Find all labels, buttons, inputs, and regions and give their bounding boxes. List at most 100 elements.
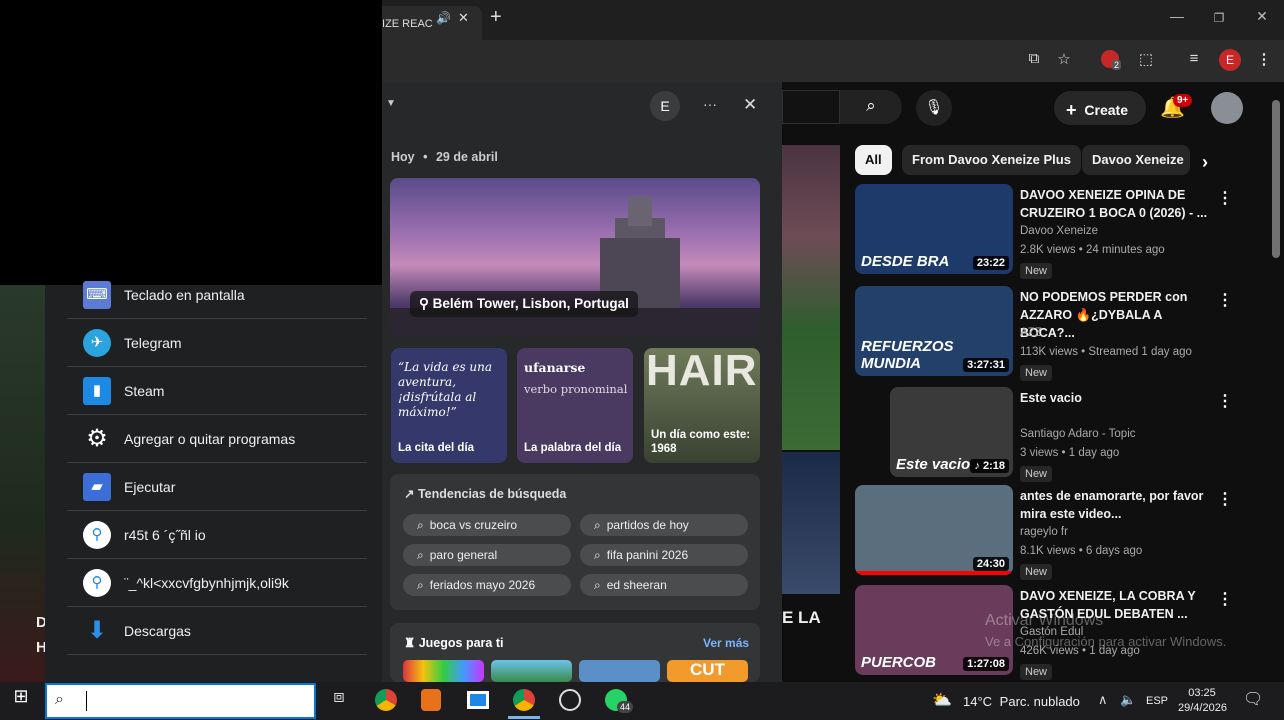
word-title: ufanarse	[524, 360, 586, 375]
video-channel[interactable]: AZZ	[1020, 327, 1042, 339]
video-item[interactable]: DESDE BRA 23:22 DAVOO XENEIZE OPINA DE CRU…	[855, 184, 1275, 279]
video-thumbnail[interactable]: REFUERZOS MUNDIA 3:27:31	[855, 286, 1013, 376]
hero-card[interactable]: ⚲ Belém Tower, Lisbon, Portugal	[390, 178, 760, 336]
search-icon: ⚲	[83, 521, 111, 549]
video-item[interactable]: REFUERZOS MUNDIA 3:27:31 NO PODEMOS PERDER…	[855, 286, 1275, 381]
weather-temp: 14°C	[963, 694, 993, 709]
windows-start-icon[interactable]: ⊞	[6, 686, 36, 716]
search-icon: ⌕	[55, 691, 64, 708]
games-card: ♜ Juegos para ti Ver más CUT	[390, 623, 760, 682]
new-tab-button[interactable]: +	[490, 6, 502, 29]
youtube-search-box[interactable]	[782, 90, 840, 124]
tab-audio-icon[interactable]: 🔊	[436, 11, 451, 25]
tab-close-icon[interactable]: ✕	[458, 10, 469, 26]
video-menu-icon[interactable]: ⋮	[1217, 188, 1233, 208]
video-thumbnail[interactable]: Este vacio ♪ 2:18	[890, 387, 1013, 477]
trend-pill[interactable]: ⌕ fifa panini 2026	[580, 544, 748, 566]
video-duration: ♪ 2:18	[970, 459, 1009, 473]
trend-pill[interactable]: ⌕ ed sheeran	[580, 574, 748, 596]
chip-davoo-xeneize[interactable]: Davoo Xeneize	[1082, 145, 1190, 175]
chrome-icon[interactable]	[375, 689, 397, 711]
trend-pill[interactable]: ⌕ feriados mayo 2026	[403, 574, 571, 596]
obs-icon[interactable]	[559, 689, 581, 711]
video-menu-icon[interactable]: ⋮	[1217, 290, 1233, 310]
game-tile[interactable]	[491, 660, 572, 682]
trend-label: feriados mayo 2026	[429, 578, 536, 592]
video-thumbnail[interactable]: PUERCOB 1:27:08	[855, 585, 1013, 675]
video-item[interactable]: Este vacio ♪ 2:18 Este vacio Santiago Adaro…	[855, 387, 1275, 482]
video-menu-icon[interactable]: ⋮	[1217, 589, 1233, 609]
brave-icon[interactable]	[421, 689, 441, 711]
restore-icon[interactable]: ❐	[1204, 11, 1234, 35]
video-channel[interactable]: Santiago Adaro - Topic	[1020, 428, 1136, 440]
video-title[interactable]: Este vacio	[1020, 389, 1220, 407]
word-card[interactable]: ufanarse verbo pronominal La palabra del…	[517, 348, 633, 463]
video-title[interactable]: NO PODEMOS PERDER con AZZARO 🔥¿DYBALA A …	[1020, 288, 1220, 342]
chip-all[interactable]: All	[855, 145, 892, 175]
start-app-item[interactable]: ⌨ Teclado en pantalla	[67, 272, 367, 319]
bookmark-star-icon[interactable]: ☆	[1053, 50, 1075, 72]
games-more-link[interactable]: Ver más	[703, 636, 749, 650]
weather-widget[interactable]: 14°C Parc. nublado	[963, 694, 1080, 709]
start-app-item[interactable]: ⚲ r45t 6 ´ç˝ñl io	[67, 512, 367, 559]
speaker-icon[interactable]: 🔈	[1120, 692, 1136, 708]
chevron-up-icon[interactable]: ∧	[1098, 692, 1108, 708]
create-button[interactable]: + Create	[1054, 91, 1146, 125]
video-meta: 2.8K views • 24 minutes ago	[1020, 244, 1165, 256]
language-indicator[interactable]: ESP	[1146, 695, 1168, 707]
create-label: Create	[1084, 102, 1128, 118]
notification-badge: 9+	[1173, 94, 1193, 107]
game-tile[interactable]	[403, 660, 484, 682]
trend-pill[interactable]: ⌕ boca vs cruzeiro	[403, 514, 571, 536]
more-icon[interactable]: ···	[703, 96, 717, 112]
video-channel[interactable]: rageylo fr	[1020, 526, 1068, 538]
profile-avatar[interactable]: E	[1219, 49, 1241, 71]
puzzle-icon[interactable]: ⬚	[1135, 50, 1157, 72]
video-title[interactable]: antes de enamorarte, por favor mira este…	[1020, 487, 1220, 523]
panel-profile[interactable]: E	[650, 91, 680, 121]
video-thumbnail[interactable]: 24:30	[855, 485, 1013, 575]
trend-pill[interactable]: ⌕ partidos de hoy	[580, 514, 748, 536]
game-tile[interactable]: CUT	[667, 660, 748, 682]
avatar[interactable]	[1211, 92, 1243, 124]
video-thumbnail[interactable]: DESDE BRA 23:22	[855, 184, 1013, 274]
install-app-icon[interactable]: ⧉	[1023, 50, 1045, 72]
chrome-active-icon[interactable]	[513, 689, 535, 711]
panel-close-icon[interactable]: ✕	[743, 95, 757, 115]
start-app-item[interactable]: ⬇ Descargas	[67, 608, 367, 655]
trend-label: paro general	[429, 548, 498, 562]
weather-icon[interactable]: ⛅	[932, 690, 952, 710]
notifications-icon[interactable]: 🗨	[1243, 689, 1263, 709]
video-item[interactable]: 24:30 antes de enamorarte, por favor mira…	[855, 485, 1275, 580]
start-app-item[interactable]: ✈ Telegram	[67, 320, 367, 367]
start-app-item[interactable]: ▰ Ejecutar	[67, 464, 367, 511]
chevron-down-icon[interactable]: ▼	[386, 98, 396, 109]
start-app-item[interactable]: ▮ Steam	[67, 368, 367, 415]
clock[interactable]: 03:25 29/4/2026	[1178, 686, 1227, 716]
task-view-icon[interactable]: ⧈	[324, 686, 354, 716]
video-menu-icon[interactable]: ⋮	[1217, 489, 1233, 509]
video-menu-icon[interactable]: ⋮	[1217, 391, 1233, 411]
history-card[interactable]: HAIR Un día como este: 1968	[644, 348, 760, 463]
quote-card[interactable]: “La vida es una aventura, ¡disfrútala al…	[391, 348, 507, 463]
video-channel[interactable]: Davoo Xeneize	[1020, 225, 1098, 237]
minimize-icon[interactable]: —	[1162, 8, 1192, 32]
video-duration: 1:27:08	[963, 657, 1009, 671]
media-control-icon[interactable]: ≡	[1183, 50, 1205, 72]
search-icon[interactable]: ⌕	[840, 90, 902, 124]
game-tile[interactable]	[579, 660, 660, 682]
kebab-menu-icon[interactable]: ⋮	[1253, 50, 1275, 72]
taskbar-search-input[interactable]: ⌕	[45, 683, 316, 719]
steam-window-icon[interactable]	[467, 691, 489, 709]
scrollbar-thumb[interactable]	[1272, 100, 1280, 258]
microphone-icon[interactable]: 🎙	[916, 90, 952, 126]
video-item[interactable]: PUERCOB 1:27:08 DAVO XENEIZE, LA COBRA Y G…	[855, 585, 1275, 680]
window-close-icon[interactable]: ✕	[1247, 8, 1277, 32]
app-label: ¨_^kl<xxcvfgbynhjmjk,oli9k	[124, 575, 289, 591]
start-app-item[interactable]: ⚙ Agregar o quitar programas	[67, 416, 367, 463]
video-title[interactable]: DAVOO XENEIZE OPINA DE CRUZEIRO 1 BOCA 0…	[1020, 186, 1220, 222]
start-app-item[interactable]: ⚲ ¨_^kl<xxcvfgbynhjmjk,oli9k	[67, 560, 367, 607]
trend-pill[interactable]: ⌕ paro general	[403, 544, 571, 566]
chip-from-davoo-xeneize-plus[interactable]: From Davoo Xeneize Plus	[902, 145, 1081, 175]
chevron-right-icon[interactable]: ›	[1202, 152, 1208, 173]
